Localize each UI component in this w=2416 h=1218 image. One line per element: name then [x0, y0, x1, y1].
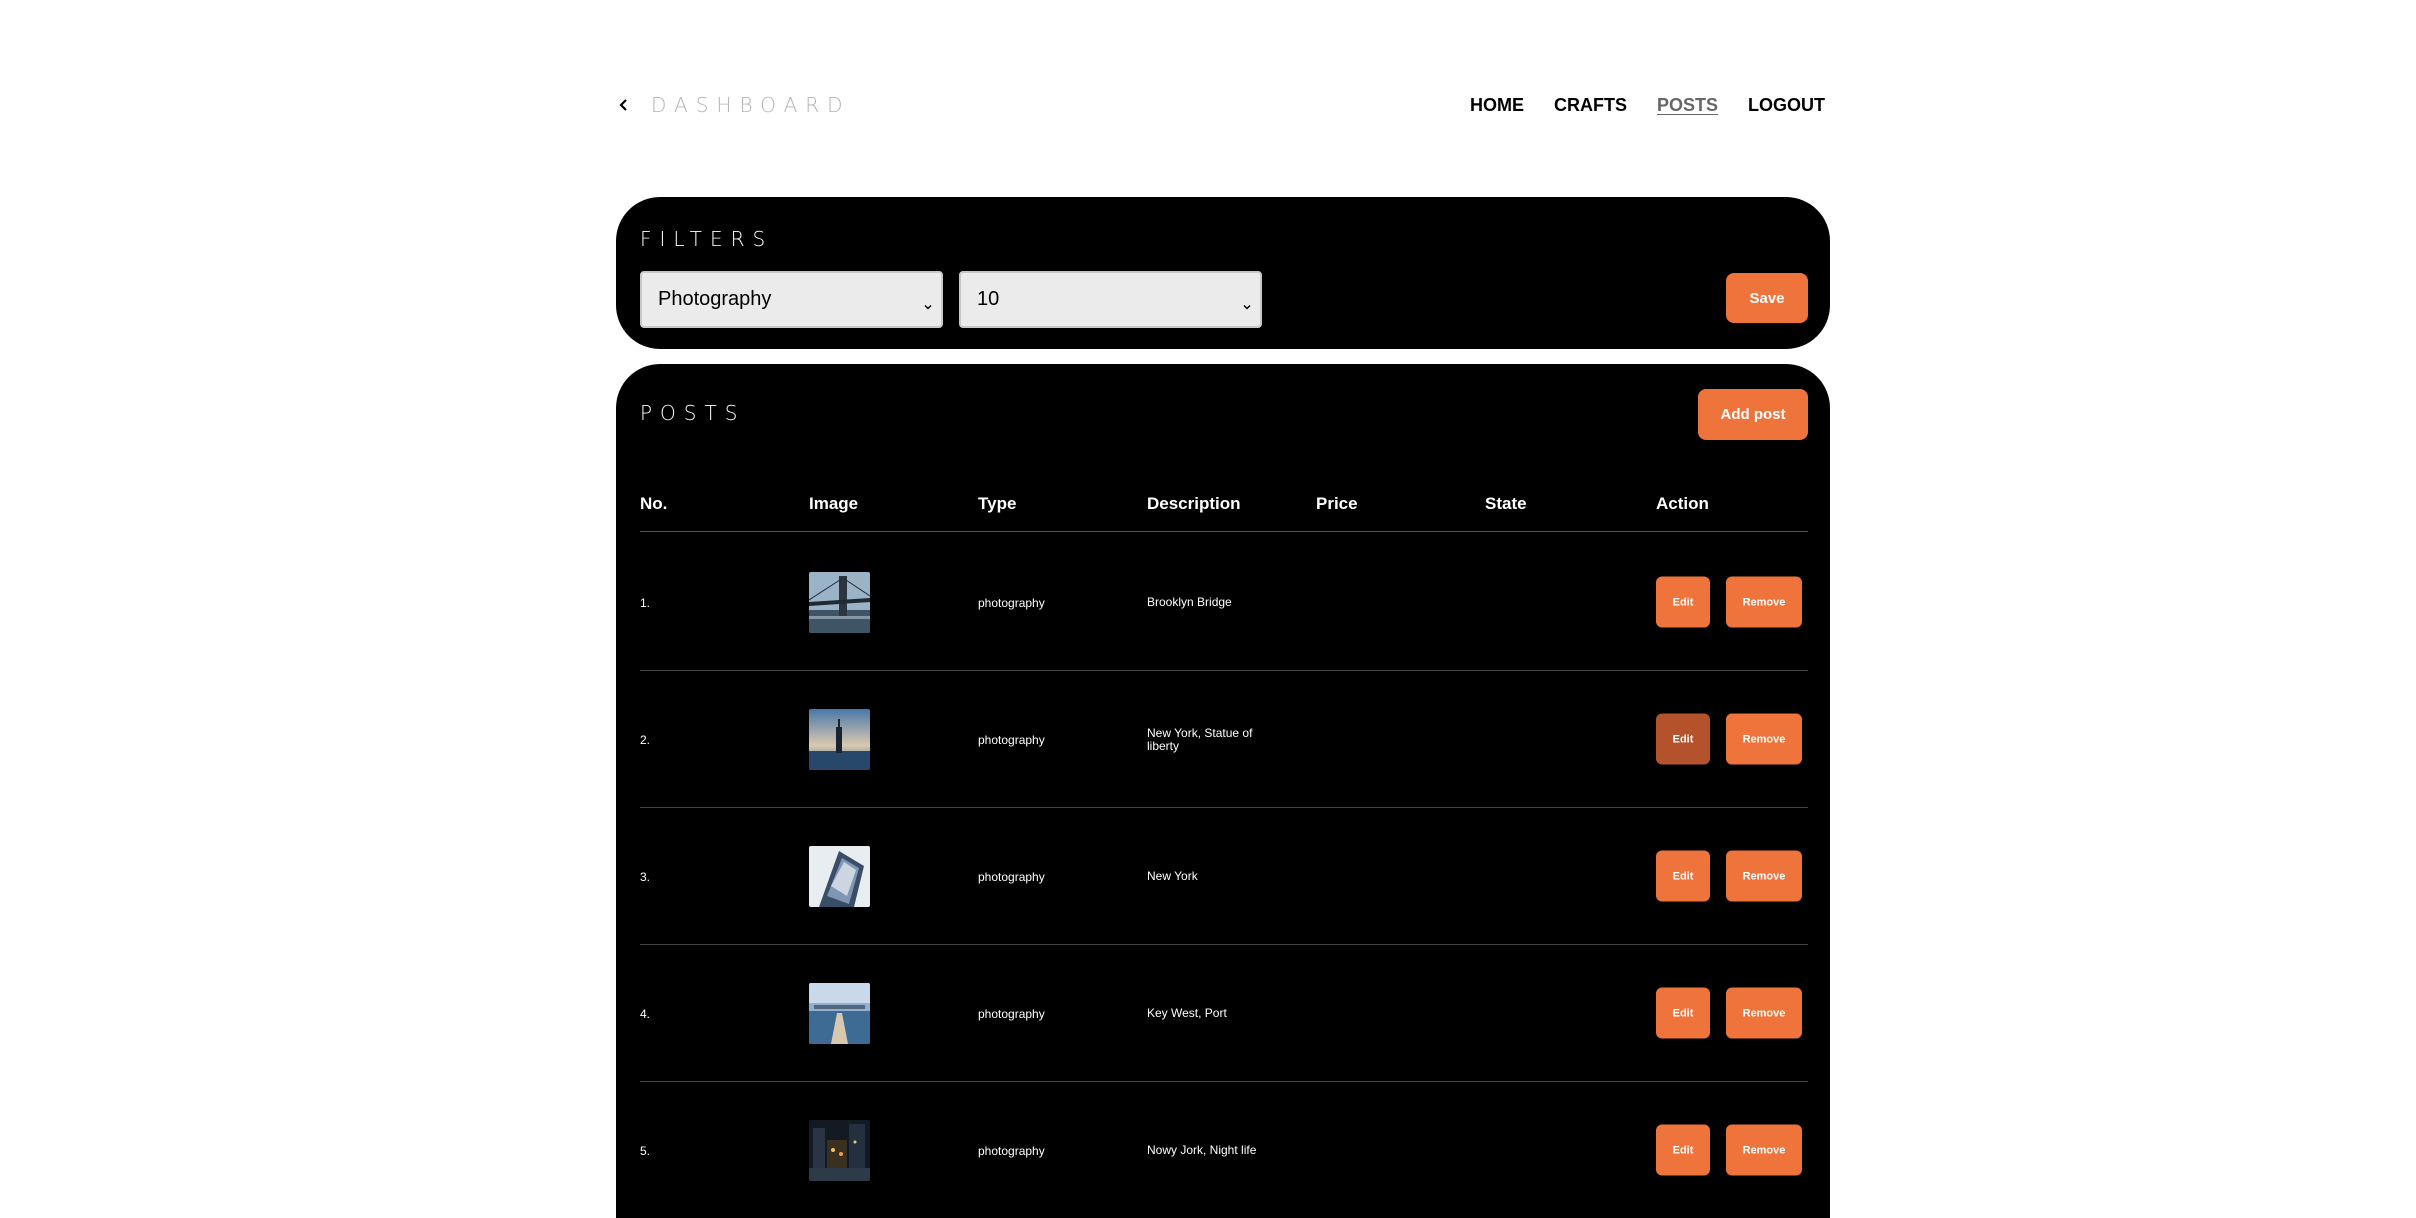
posts-title: POSTS	[640, 401, 746, 425]
add-post-button[interactable]: Add post	[1698, 389, 1808, 440]
edit-button[interactable]: Edit	[1656, 576, 1710, 628]
row-type: photography	[978, 732, 1045, 747]
edit-button[interactable]: Edit	[1656, 987, 1710, 1039]
table-row: 2. photography New York, Statue of liber…	[640, 671, 1808, 808]
remove-button[interactable]: Remove	[1726, 713, 1802, 765]
save-button[interactable]: Save	[1726, 273, 1808, 323]
column-header-state: State	[1485, 494, 1527, 513]
column-header-price: Price	[1316, 494, 1358, 513]
edit-button[interactable]: Edit	[1656, 1124, 1710, 1176]
row-image-cell	[809, 671, 870, 808]
top-bar: DASHBOARD HOME CRAFTS POSTS LOGOUT	[617, 90, 1825, 120]
row-type: photography	[978, 869, 1045, 884]
filters-title: FILTERS	[640, 227, 774, 251]
category-select[interactable]: Photography	[640, 271, 943, 328]
row-number: 1.	[640, 595, 651, 610]
chevron-left-icon	[617, 98, 631, 112]
nav-crafts[interactable]: CRAFTS	[1554, 95, 1627, 116]
column-header-type: Type	[978, 494, 1017, 513]
nav-home[interactable]: HOME	[1470, 95, 1524, 116]
row-image-cell	[809, 945, 870, 1082]
table-row: 4. photography Key West, Port Edit Remov…	[640, 945, 1808, 1082]
row-number: 3.	[640, 869, 651, 884]
limit-select[interactable]: 10	[959, 271, 1262, 328]
row-number: 2.	[640, 732, 651, 747]
chevron-down-icon	[1242, 295, 1252, 309]
limit-select-value: 10	[977, 288, 1000, 310]
chevron-down-icon	[923, 295, 933, 309]
category-select-value: Photography	[658, 288, 772, 310]
row-number: 4.	[640, 1006, 651, 1021]
row-image-cell	[809, 808, 870, 945]
row-image-cell	[809, 1082, 870, 1218]
nav-posts[interactable]: POSTS	[1657, 95, 1718, 116]
row-type: photography	[978, 1143, 1045, 1158]
row-number: 5.	[640, 1143, 651, 1158]
column-header-action: Action	[1656, 494, 1709, 513]
table-row: 5. photography Nowy Jork, Night life Edi…	[640, 1082, 1808, 1218]
row-description: New York, Statue of liberty	[1147, 725, 1253, 753]
post-thumbnail[interactable]	[809, 983, 870, 1044]
column-header-no: No.	[640, 494, 668, 513]
main-nav: HOME CRAFTS POSTS LOGOUT	[1440, 90, 1825, 120]
post-thumbnail[interactable]	[809, 1120, 870, 1181]
row-description: Nowy Jork, Night life	[1147, 1143, 1257, 1157]
post-thumbnail[interactable]	[809, 709, 870, 770]
remove-button[interactable]: Remove	[1726, 576, 1802, 628]
table-header: No. Image Type Description Price State A…	[640, 494, 1808, 532]
back-to-dashboard-link[interactable]: DASHBOARD	[617, 90, 851, 120]
row-description: New York	[1147, 869, 1198, 883]
row-description: Brooklyn Bridge	[1147, 595, 1232, 609]
table-row: 1. photography Brooklyn Bridge Edit Remo…	[640, 534, 1808, 671]
column-header-image: Image	[809, 494, 859, 513]
edit-button[interactable]: Edit	[1656, 713, 1710, 765]
row-description: Key West, Port	[1147, 1006, 1227, 1020]
post-thumbnail[interactable]	[809, 572, 870, 633]
posts-panel: POSTS Add post No. Image Type Descriptio…	[616, 364, 1830, 1218]
row-image-cell	[809, 534, 870, 671]
nav-logout[interactable]: LOGOUT	[1748, 95, 1825, 116]
filters-panel: FILTERS Photography 10 Save	[616, 197, 1830, 349]
row-type: photography	[978, 595, 1045, 610]
edit-button[interactable]: Edit	[1656, 850, 1710, 902]
table-row: 3. photography New York Edit Remove	[640, 808, 1808, 945]
post-thumbnail[interactable]	[809, 846, 870, 907]
remove-button[interactable]: Remove	[1726, 987, 1802, 1039]
column-header-description: Description	[1147, 494, 1241, 513]
back-label: DASHBOARD	[651, 93, 851, 117]
remove-button[interactable]: Remove	[1726, 850, 1802, 902]
row-type: photography	[978, 1006, 1045, 1021]
remove-button[interactable]: Remove	[1726, 1124, 1802, 1176]
